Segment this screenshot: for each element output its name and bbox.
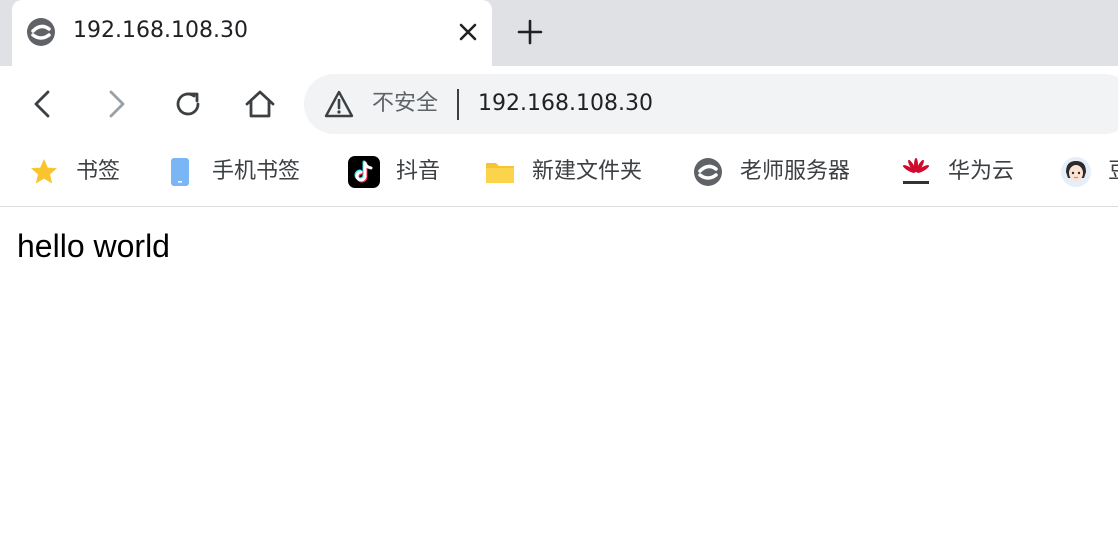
folder-icon: [486, 163, 514, 183]
close-tab-icon[interactable]: [456, 20, 480, 44]
bookmark-label: 手机书签: [212, 159, 301, 184]
page-content: hello world: [0, 208, 1118, 538]
bookmark-label: 豆: [1108, 156, 1118, 188]
bookmark-label: 华为云: [948, 159, 1015, 184]
tiktok-icon: [348, 156, 380, 188]
bookmark-label: 书签: [76, 159, 121, 184]
page-body-text: hello world: [17, 228, 170, 264]
security-status-label[interactable]: 不安全: [372, 88, 438, 120]
huawei-logo-icon: [902, 158, 930, 184]
bookmark-label: 新建文件夹: [532, 159, 643, 184]
new-tab-plus-icon[interactable]: [514, 16, 546, 48]
site-icon: [694, 158, 722, 186]
warning-triangle-icon[interactable]: [324, 90, 354, 118]
home-icon[interactable]: [242, 86, 278, 122]
forward-arrow-icon[interactable]: [98, 86, 134, 122]
reload-icon[interactable]: [170, 86, 206, 122]
tab-strip: 192.168.108.30: [0, 0, 1118, 66]
tab-title: 192.168.108.30: [73, 18, 248, 43]
bookmark-label: 老师服务器: [740, 159, 851, 184]
star-icon: [31, 159, 57, 184]
bookmarks-bar: 书签 手机书签 抖音 新建文件夹 老师服务器 华为云: [0, 142, 1118, 207]
bookmark-item-huawei-cloud[interactable]: 华为云: [900, 154, 1025, 190]
bookmark-label: 抖音: [396, 159, 441, 184]
bookmark-item-new-folder[interactable]: 新建文件夹: [484, 154, 659, 190]
bookmark-item-mobile-bookmarks[interactable]: 手机书签: [164, 154, 314, 190]
tab-active[interactable]: 192.168.108.30: [12, 0, 492, 66]
site-favicon-icon: [27, 18, 55, 46]
address-bar[interactable]: 不安全 192.168.108.30: [304, 74, 1118, 134]
back-arrow-icon[interactable]: [25, 86, 61, 122]
omnibox-divider: [457, 89, 459, 120]
phone-icon: [171, 158, 189, 186]
bookmark-item-douyin[interactable]: 抖音: [348, 154, 448, 190]
navigation-toolbar: 不安全 192.168.108.30: [0, 66, 1118, 142]
bookmark-item-avatar[interactable]: 豆: [1060, 154, 1118, 190]
url-text[interactable]: 192.168.108.30: [478, 88, 653, 120]
avatar-icon: [1061, 157, 1091, 187]
bookmark-item-bookmarks[interactable]: 书签: [28, 154, 128, 190]
bookmark-item-teacher-server[interactable]: 老师服务器: [692, 154, 867, 190]
